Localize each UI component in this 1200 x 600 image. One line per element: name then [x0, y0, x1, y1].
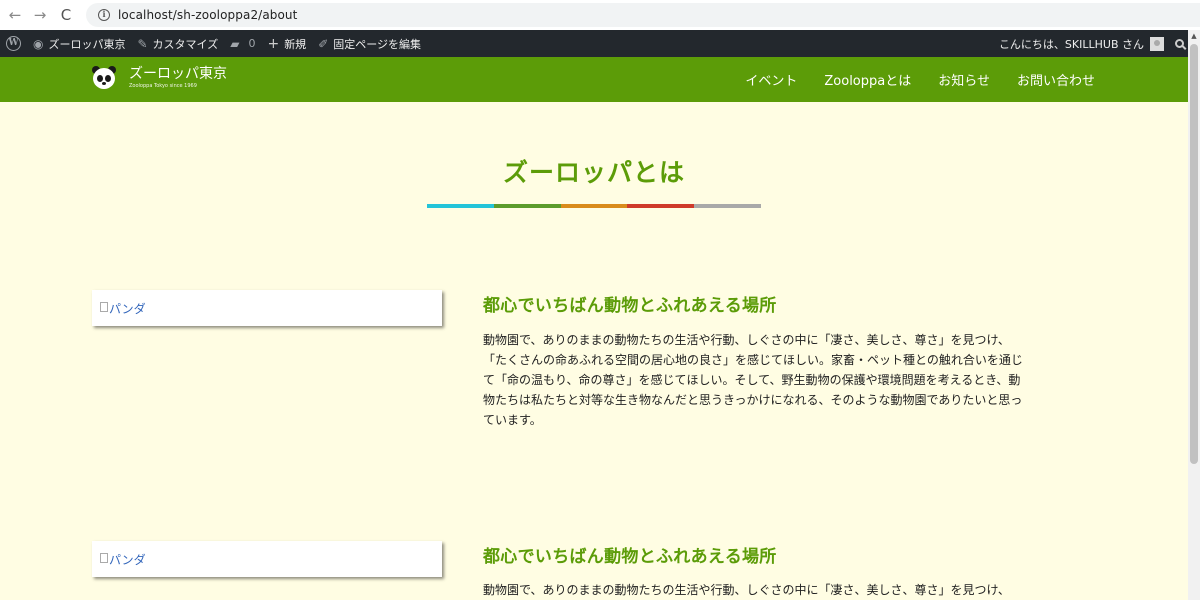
edit-page-label: 固定ページを編集: [333, 37, 422, 51]
my-account-menu[interactable]: こんにちは、SKILLHUB さん: [993, 30, 1170, 57]
broken-image-icon: [100, 553, 108, 563]
reload-icon: C: [60, 6, 72, 24]
new-content-menu[interactable]: + 新規: [261, 30, 312, 57]
underline-segment: [627, 204, 695, 208]
admin-search-button[interactable]: [1170, 30, 1188, 57]
image-alt-text: パンダ: [109, 552, 146, 567]
site-name-menu[interactable]: ◉ ズーロッパ東京: [27, 30, 131, 57]
site-header: ズーロッパ東京 Zooloppa Tokyo since 1969 イベント Z…: [0, 57, 1188, 102]
comments-link[interactable]: ▰ 0: [224, 30, 261, 57]
scrollbar-thumb[interactable]: [1190, 44, 1198, 464]
body-line: 動物園で、ありのままの動物たちの生活や行動、しぐさの中に「凄さ、美しさ、尊さ」を…: [483, 583, 1010, 597]
new-label: 新規: [284, 37, 307, 51]
body-line: ています。: [483, 413, 542, 427]
search-icon: [1174, 39, 1184, 48]
comments-count: 0: [248, 37, 256, 50]
image-alt-text: パンダ: [109, 301, 146, 316]
address-bar[interactable]: i localhost/sh-zooloppa2/about: [86, 3, 1200, 27]
pencil-icon: ✐: [318, 36, 329, 51]
wordpress-icon: W: [6, 36, 21, 51]
greeting-text: こんにちは、SKILLHUB さん: [998, 37, 1144, 51]
nav-item-about[interactable]: Zooloppaとは: [824, 70, 911, 89]
nav-item-events[interactable]: イベント: [745, 70, 797, 89]
section-body: 動物園で、ありのままの動物たちの生活や行動、しぐさの中に「凄さ、美しさ、尊さ」を…: [483, 330, 1093, 430]
site-logo[interactable]: ズーロッパ東京 Zooloppa Tokyo since 1969: [91, 65, 227, 91]
wp-admin-bar: W ◉ ズーロッパ東京 ✎ カスタマイズ ▰ 0 + 新規 ✐ 固定ページを編集…: [0, 30, 1188, 57]
section-body: 動物園で、ありのままの動物たちの生活や行動、しぐさの中に「凄さ、美しさ、尊さ」を…: [483, 580, 1093, 600]
edit-page-link[interactable]: ✐ 固定ページを編集: [312, 30, 427, 57]
nav-item-news[interactable]: お知らせ: [938, 70, 990, 89]
arrow-left-icon: ←: [8, 6, 22, 24]
customize-label: カスタマイズ: [152, 37, 219, 51]
site-name-label: ズーロッパ東京: [48, 37, 126, 51]
scroll-up-icon[interactable]: ▲: [1188, 30, 1200, 42]
body-line: て「命の温もり、命の尊さ」を感じてほしい。そして、野生動物の保護や環境問題を考え…: [483, 373, 1021, 387]
panda-icon: [91, 65, 117, 91]
global-nav: イベント Zooloppaとは お知らせ お問い合わせ: [718, 57, 1095, 102]
info-icon[interactable]: i: [98, 9, 110, 21]
url-text[interactable]: localhost/sh-zooloppa2/about: [118, 8, 297, 22]
wp-logo-menu[interactable]: W: [0, 30, 27, 57]
avatar: [1150, 36, 1164, 51]
customize-link[interactable]: ✎ カスタマイズ: [131, 30, 224, 57]
comment-icon: ▰: [230, 36, 240, 51]
section-heading: 都心でいちばん動物とふれあえる場所: [483, 296, 777, 316]
browser-toolbar: ← → C i localhost/sh-zooloppa2/about: [0, 0, 1200, 30]
page-title: ズーロッパとは: [502, 158, 685, 187]
dashboard-icon: ◉: [33, 36, 44, 51]
logo-title: ズーロッパ東京: [129, 66, 227, 82]
back-button[interactable]: ←: [5, 5, 25, 25]
body-line: 「たくさんの命あふれる空間の居心地の良さ」を感じてほしい。家畜・ペット種との触れ…: [483, 353, 1023, 367]
image-placeholder: パンダ: [92, 541, 442, 577]
reload-button[interactable]: C: [56, 5, 76, 25]
title-underline: [427, 204, 761, 208]
underline-segment: [560, 204, 628, 208]
nav-item-contact[interactable]: お問い合わせ: [1017, 70, 1095, 89]
section-heading: 都心でいちばん動物とふれあえる場所: [483, 547, 777, 567]
arrow-right-icon: →: [33, 6, 47, 24]
underline-segment: [427, 204, 494, 208]
forward-button[interactable]: →: [30, 5, 50, 25]
body-line: 動物園で、ありのままの動物たちの生活や行動、しぐさの中に「凄さ、美しさ、尊さ」を…: [483, 333, 1010, 347]
page-scrollbar[interactable]: ▲: [1188, 30, 1200, 600]
underline-segment: [694, 204, 761, 208]
plus-icon: +: [267, 35, 280, 52]
image-placeholder: パンダ: [92, 290, 442, 326]
brush-icon: ✎: [137, 36, 148, 51]
logo-tagline: Zooloppa Tokyo since 1969: [129, 83, 197, 89]
body-line: 物たちは私たちと対等な生き物なんだと思うきっかけになれる、そのような動物園であり…: [483, 393, 1023, 407]
broken-image-icon: [100, 302, 108, 312]
underline-segment: [493, 204, 561, 208]
